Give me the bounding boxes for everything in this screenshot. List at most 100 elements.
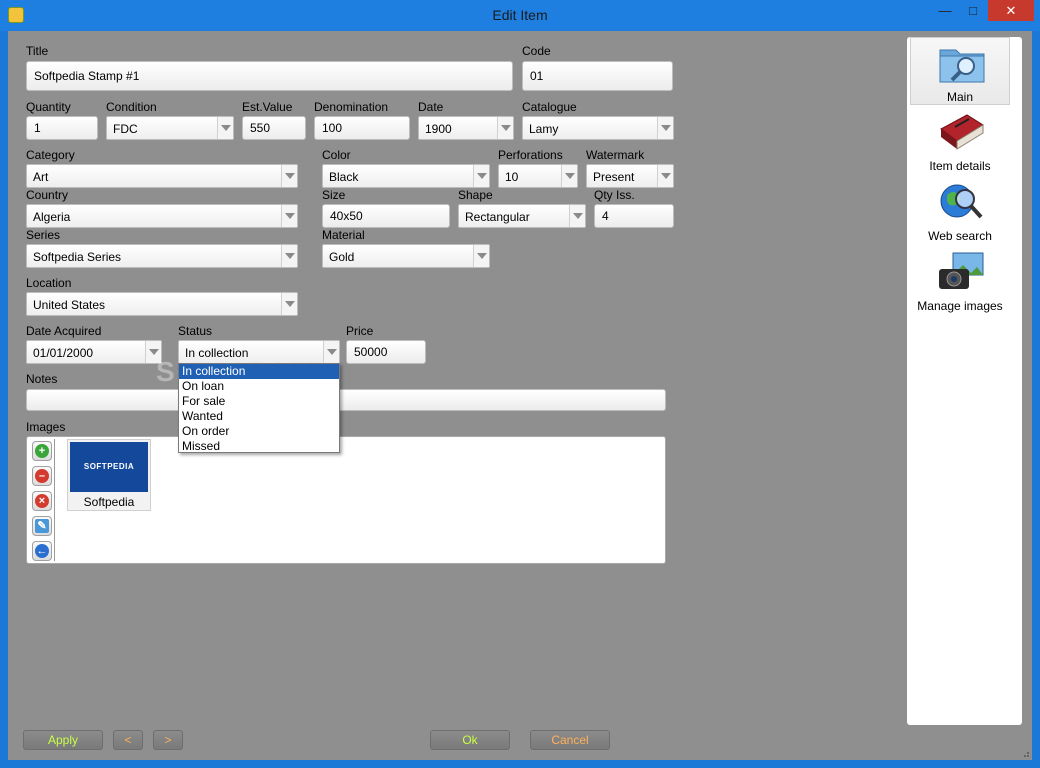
- minimize-button[interactable]: —: [932, 0, 958, 21]
- denomination-label: Denomination: [314, 100, 389, 114]
- perforations-value: 10: [505, 170, 519, 184]
- edit-item-form: Title Softpedia Stamp #1 Code 01 Quantit…: [8, 31, 1032, 760]
- status-option[interactable]: Wanted: [179, 409, 339, 424]
- quantity-input[interactable]: 1: [26, 116, 98, 140]
- cancel-button[interactable]: Cancel: [530, 730, 610, 750]
- price-input[interactable]: 50000: [346, 340, 426, 364]
- remove-image-button[interactable]: –: [32, 466, 52, 486]
- estvalue-label: Est.Value: [242, 100, 293, 114]
- code-label: Code: [522, 44, 551, 58]
- date-value: 1900: [425, 122, 452, 136]
- apply-button[interactable]: Apply: [23, 730, 103, 750]
- qtyiss-label: Qty Iss.: [594, 188, 635, 202]
- ok-button[interactable]: Ok: [430, 730, 510, 750]
- category-label: Category: [26, 148, 75, 162]
- chevron-down-icon[interactable]: [281, 205, 297, 227]
- nav-manage-images[interactable]: Manage images: [910, 247, 1010, 315]
- location-select[interactable]: United States: [26, 292, 298, 316]
- chevron-down-icon[interactable]: [281, 165, 297, 187]
- add-image-button[interactable]: +: [32, 441, 52, 461]
- chevron-down-icon[interactable]: [217, 117, 233, 139]
- location-value: United States: [33, 298, 106, 312]
- nav-item-details[interactable]: Item details: [910, 107, 1010, 175]
- watermark-value: Present: [593, 170, 635, 184]
- series-label: Series: [26, 228, 61, 242]
- watermark-label: Watermark: [586, 148, 645, 162]
- date-label: Date: [418, 100, 444, 114]
- delete-icon: ×: [35, 494, 49, 508]
- maximize-button[interactable]: □: [960, 0, 986, 21]
- color-select[interactable]: Black: [322, 164, 490, 188]
- catalogue-select[interactable]: Lamy: [522, 116, 674, 140]
- qtyiss-input[interactable]: 4: [594, 204, 674, 228]
- chevron-down-icon[interactable]: [657, 165, 673, 187]
- chevron-down-icon[interactable]: [569, 205, 585, 227]
- book-icon: [940, 114, 984, 150]
- material-label: Material: [322, 228, 365, 242]
- folder-search-icon: [939, 49, 985, 83]
- nav-main-label: Main: [946, 90, 973, 104]
- perforations-select[interactable]: 10: [498, 164, 578, 188]
- notes-input[interactable]: [26, 389, 666, 411]
- close-button[interactable]: ✕: [988, 0, 1034, 21]
- date-acquired-select[interactable]: 01/01/2000: [26, 340, 162, 364]
- material-select[interactable]: Gold: [322, 244, 490, 268]
- estvalue-input[interactable]: 550: [242, 116, 306, 140]
- globe-search-icon: [940, 184, 983, 219]
- image-thumbnail[interactable]: SOFTPEDIA Softpedia: [67, 439, 151, 511]
- country-value: Algeria: [33, 210, 71, 224]
- watermark-select[interactable]: Present: [586, 164, 674, 188]
- status-option[interactable]: On order: [179, 424, 339, 439]
- title-input[interactable]: Softpedia Stamp #1: [26, 61, 513, 91]
- series-select[interactable]: Softpedia Series: [26, 244, 298, 268]
- condition-label: Condition: [106, 100, 157, 114]
- date-acquired-value: 01/01/2000: [33, 346, 94, 360]
- chevron-down-icon[interactable]: [657, 117, 673, 139]
- size-input[interactable]: 40x50: [322, 204, 450, 228]
- chevron-down-icon[interactable]: [561, 165, 577, 187]
- material-value: Gold: [329, 250, 355, 264]
- shape-label: Shape: [458, 188, 493, 202]
- chevron-down-icon[interactable]: [473, 245, 489, 267]
- series-value: Softpedia Series: [33, 250, 122, 264]
- status-option[interactable]: On loan: [179, 379, 339, 394]
- category-select[interactable]: Art: [26, 164, 298, 188]
- date-acquired-label: Date Acquired: [26, 324, 102, 338]
- nav-item-details-label: Item details: [929, 159, 991, 173]
- shape-select[interactable]: Rectangular: [458, 204, 586, 228]
- navigation-panel: Main Item details Web search Manage imag…: [907, 37, 1022, 725]
- chevron-down-icon[interactable]: [281, 245, 297, 267]
- location-label: Location: [26, 276, 72, 290]
- category-value: Art: [33, 170, 49, 184]
- status-option[interactable]: In collection: [179, 364, 339, 379]
- nav-web-search[interactable]: Web search: [910, 177, 1010, 245]
- back-image-button[interactable]: ←: [32, 541, 52, 561]
- condition-select[interactable]: FDC: [106, 116, 234, 140]
- title-bar: Edit Item — □ ✕: [0, 0, 1040, 31]
- chevron-down-icon[interactable]: [281, 293, 297, 315]
- nav-main[interactable]: Main: [910, 37, 1010, 105]
- notes-label: Notes: [26, 372, 58, 386]
- previous-label: <: [124, 733, 132, 747]
- chevron-down-icon[interactable]: [497, 117, 513, 139]
- shape-value: Rectangular: [465, 210, 530, 224]
- denomination-input[interactable]: 100: [314, 116, 410, 140]
- catalogue-value: Lamy: [529, 122, 559, 136]
- previous-button[interactable]: <: [113, 730, 143, 750]
- window-title: Edit Item: [492, 7, 548, 23]
- date-select[interactable]: 1900: [418, 116, 514, 140]
- delete-image-button[interactable]: ×: [32, 491, 52, 511]
- chevron-down-icon[interactable]: [473, 165, 489, 187]
- code-input[interactable]: 01: [522, 61, 673, 91]
- resize-grip-icon[interactable]: [1020, 748, 1030, 758]
- status-label: Status: [178, 324, 213, 338]
- status-option[interactable]: For sale: [179, 394, 339, 409]
- camera-icon: [939, 252, 984, 289]
- color-label: Color: [322, 148, 351, 162]
- status-option[interactable]: Missed: [179, 439, 339, 454]
- next-button[interactable]: >: [153, 730, 183, 750]
- country-select[interactable]: Algeria: [26, 204, 298, 228]
- country-label: Country: [26, 188, 69, 202]
- nav-manage-images-label: Manage images: [917, 299, 1003, 313]
- edit-image-button[interactable]: ✎: [32, 516, 52, 536]
